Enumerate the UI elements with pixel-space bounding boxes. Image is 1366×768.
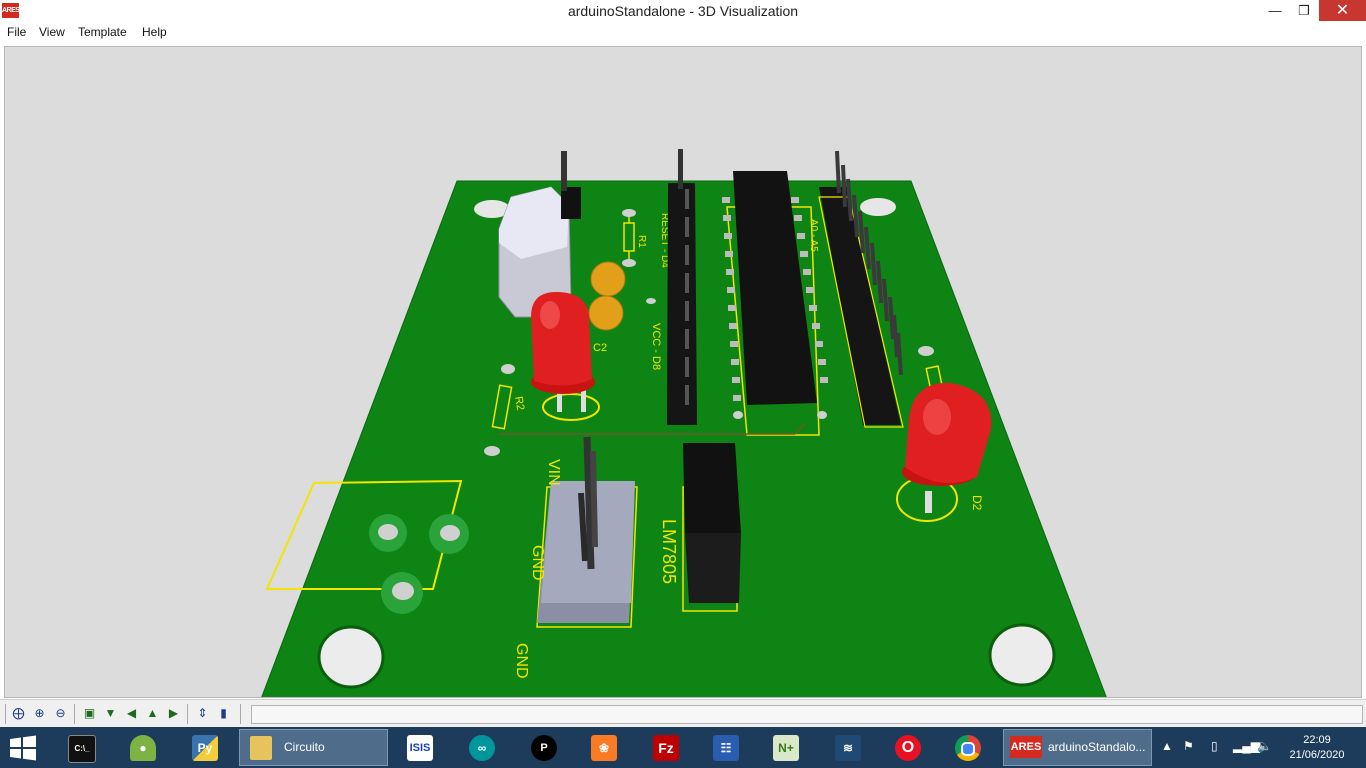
windows-start-icon[interactable] — [8, 735, 38, 761]
arduino-icon[interactable]: ∞ — [456, 731, 506, 765]
taskbar-window-ares[interactable]: ARES arduinoStandalo... — [1003, 729, 1152, 766]
chrome-icon[interactable] — [942, 731, 992, 765]
toolbar-separator — [240, 704, 241, 724]
folder-icon — [250, 736, 272, 760]
network-tool-icon[interactable]: ☷ — [700, 731, 750, 765]
python-icon[interactable]: Py — [179, 731, 229, 765]
taskbar: C:\_ ● Py Circuito ISIS ∞ P ❀ Fz ☷ N+ ≋ … — [0, 727, 1366, 768]
close-icon: ✕ — [1335, 2, 1350, 19]
ares-icon: ARES — [1010, 736, 1042, 758]
header-pin — [590, 450, 598, 548]
pad-hole — [378, 524, 398, 540]
pad — [918, 346, 934, 356]
isis-icon[interactable]: ISIS — [394, 731, 444, 765]
signal-icon[interactable]: ▂▄▆ — [1233, 739, 1260, 753]
silk-gnd: GND — [513, 643, 530, 679]
led-leg — [925, 491, 932, 513]
toggle-components-icon[interactable]: ▮ — [215, 705, 232, 722]
silk-vin: VIN — [545, 459, 562, 486]
clock-date: 21/06/2020 — [1289, 749, 1345, 761]
mysql-workbench-icon[interactable]: ≋ — [822, 731, 872, 765]
title-bar: ARES arduinoStandalone - 3D Visualizatio… — [0, 0, 1366, 23]
taskbar-window-label: Circuito — [284, 740, 325, 754]
taskbar-window-label: arduinoStandalo... — [1048, 740, 1146, 754]
silk-c2: C2 — [593, 342, 607, 354]
3d-viewport[interactable]: R1 C2 R2 RESET - D4 VCC - D8 A0 - A5 D2 … — [4, 46, 1362, 698]
menu-view[interactable]: View — [39, 25, 65, 39]
pad — [817, 411, 827, 419]
mounting-hole — [988, 623, 1056, 687]
action-center-flag-icon[interactable]: ⚑ — [1183, 739, 1194, 753]
android-studio-icon[interactable]: ● — [117, 731, 167, 765]
filezilla-icon[interactable]: Fz — [640, 731, 690, 765]
status-field — [251, 705, 1363, 724]
menu-help[interactable]: Help — [142, 25, 167, 39]
lm7805-body — [685, 533, 741, 603]
view-left-icon[interactable]: ◀ — [123, 705, 140, 722]
silk-r2: R2 — [512, 395, 526, 411]
notepad-plus-icon[interactable]: N+ — [760, 731, 810, 765]
mounting-hole — [317, 625, 385, 689]
window-title: arduinoStandalone - 3D Visualization — [567, 3, 799, 19]
silk-d2: D2 — [970, 495, 984, 511]
system-clock[interactable]: 22:09 21/06/2020 — [1284, 733, 1350, 763]
silk-a0-a5: A0 - A5 — [808, 219, 819, 252]
led-highlight — [923, 399, 951, 435]
lm7805-regulator — [683, 443, 741, 533]
minimize-button[interactable]: — — [1260, 0, 1290, 21]
view-top-icon[interactable]: ▣ — [81, 705, 98, 722]
led-highlight — [540, 301, 560, 329]
menu-template[interactable]: Template — [78, 25, 127, 39]
cmd-app-icon[interactable]: C:\_ — [55, 731, 105, 765]
pan-icon[interactable]: ⨁ — [10, 705, 27, 722]
view-right-icon[interactable]: ▶ — [165, 705, 182, 722]
restore-icon: ❐ — [1298, 3, 1310, 18]
silk-gnd-mid: GND — [529, 545, 546, 581]
close-button[interactable]: ✕ — [1319, 0, 1366, 21]
silk-vcc-d8: VCC - D8 — [650, 323, 662, 370]
red-led — [905, 382, 992, 484]
pcb-3d-render: R1 C2 R2 RESET - D4 VCC - D8 A0 - A5 D2 … — [261, 149, 1107, 697]
pad — [733, 411, 743, 419]
battery-icon[interactable]: ▯ — [1211, 739, 1218, 753]
opera-icon[interactable]: O — [882, 731, 932, 765]
toggle-height-icon[interactable]: ⇕ — [194, 705, 211, 722]
restore-button[interactable]: ❐ — [1290, 0, 1318, 21]
tray-expand-icon[interactable]: ▲ — [1161, 739, 1173, 753]
pad — [501, 364, 515, 374]
pin-header — [561, 187, 581, 219]
pad — [622, 259, 636, 267]
view-toolbar: ⨁ ⊕ ⊖ ▣ ▼ ◀ ▲ ▶ ⇕ ▮ — [0, 699, 1366, 728]
view-back-icon[interactable]: ▲ — [144, 705, 161, 722]
capacitor — [588, 295, 624, 331]
menu-bar: File View Template Help — [0, 23, 1366, 43]
toolbar-separator — [74, 704, 75, 724]
header-pin — [678, 149, 683, 189]
pad-hole — [440, 525, 460, 541]
pad — [646, 298, 656, 304]
minimize-icon: — — [1268, 3, 1282, 18]
pin-header-left — [667, 183, 697, 425]
pycharm-icon[interactable]: P — [518, 731, 568, 765]
toolbar-separator — [5, 704, 6, 724]
header-pin — [561, 151, 567, 191]
silk-lm7805: LM7805 — [659, 519, 679, 584]
zoom-out-icon[interactable]: ⊖ — [52, 705, 69, 722]
toolbar-separator — [187, 704, 188, 724]
menu-file[interactable]: File — [7, 25, 26, 39]
volume-icon[interactable]: 🔈 — [1257, 739, 1272, 753]
pad — [622, 209, 636, 217]
pad-hole — [392, 582, 414, 600]
capacitor — [590, 261, 626, 297]
silk-r1: R1 — [636, 235, 647, 248]
pad — [484, 446, 500, 456]
taskbar-window-circuito[interactable]: Circuito — [239, 729, 388, 766]
mounting-hole — [860, 198, 896, 216]
clock-time: 22:09 — [1303, 734, 1331, 746]
red-led — [531, 291, 592, 386]
xampp-icon[interactable]: ❀ — [578, 731, 628, 765]
zoom-in-icon[interactable]: ⊕ — [31, 705, 48, 722]
header-pin — [578, 492, 588, 562]
view-front-icon[interactable]: ▼ — [102, 705, 119, 722]
